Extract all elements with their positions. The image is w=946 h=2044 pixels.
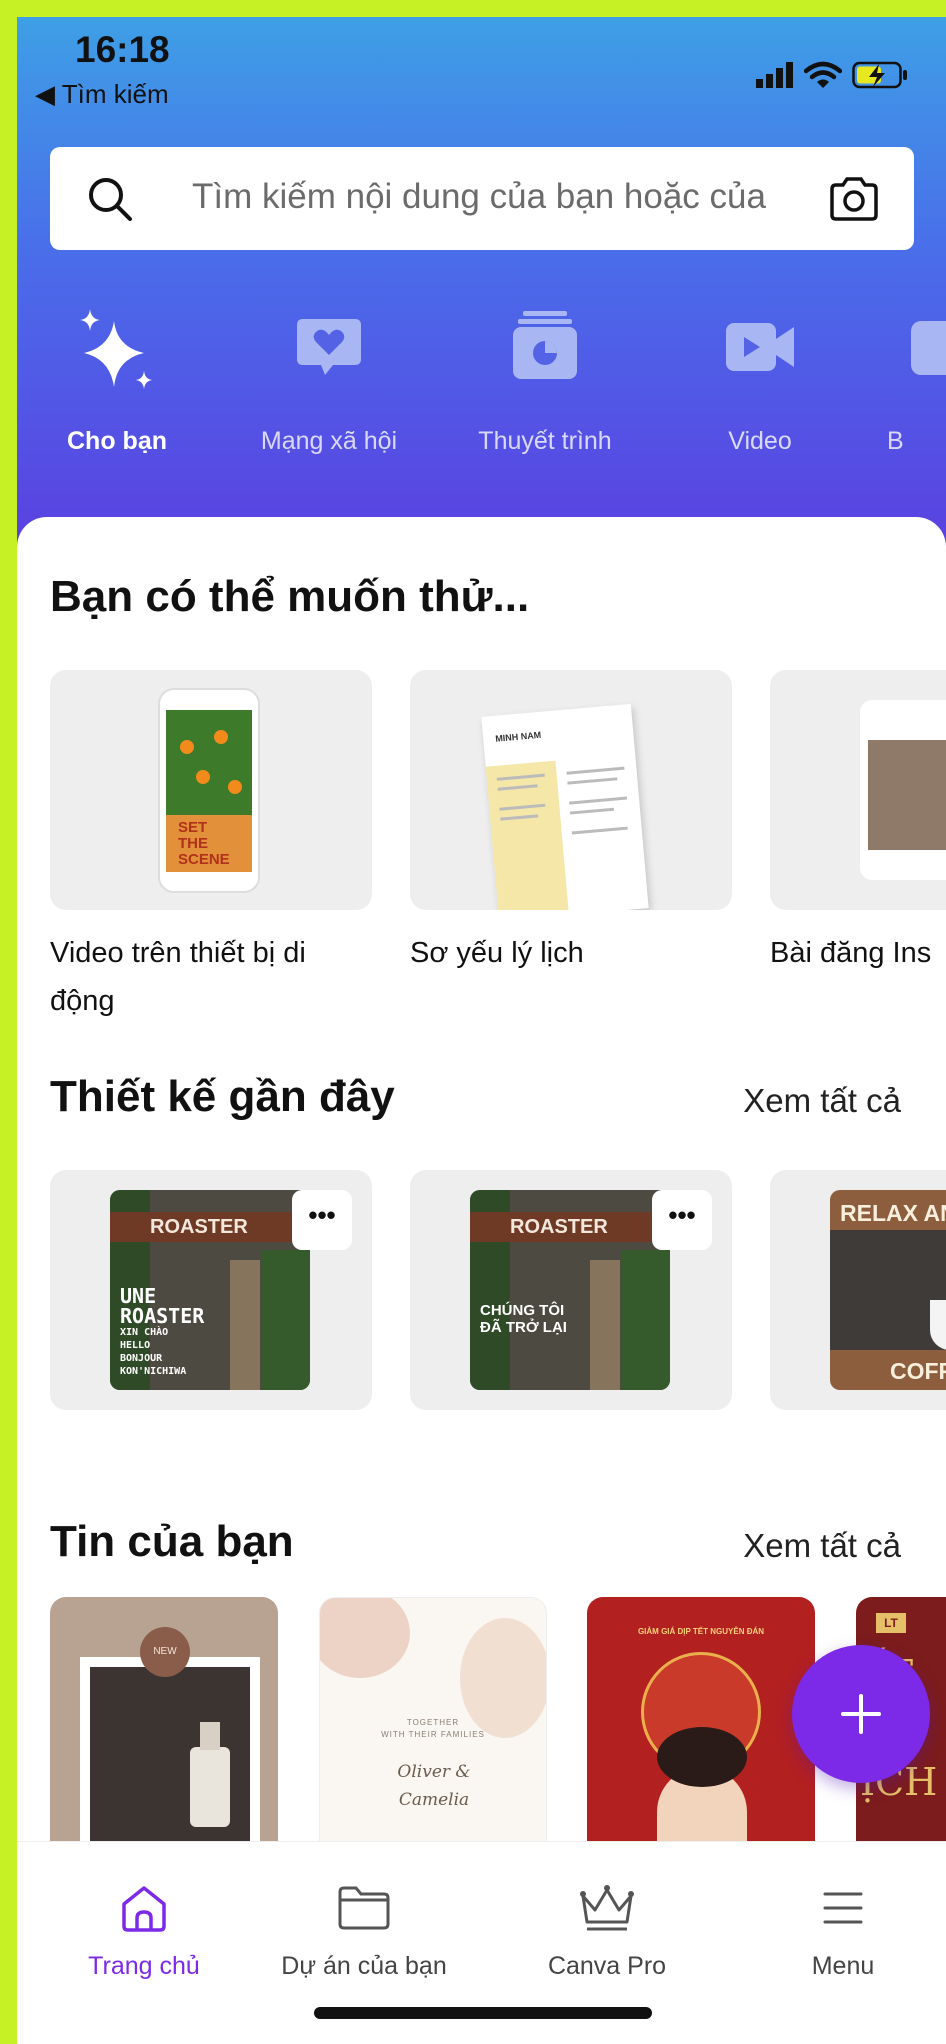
category-icon: [911, 321, 946, 375]
tab-label: Trang chủ: [88, 1952, 200, 1980]
try-card-label: Sơ yếu lý lịch: [410, 937, 584, 969]
instagram-mockup: [860, 700, 946, 880]
tab-your-projects[interactable]: Dự án của bạn: [254, 1882, 474, 1992]
stories-see-all-link[interactable]: Xem tất cả: [743, 1527, 901, 1565]
stories-section-title: Tin của bạn: [50, 1517, 294, 1566]
story-text: WITH THEIR FAMILIES: [381, 1730, 485, 1739]
recent-design-card[interactable]: RELAX AND COFFEE: [770, 1170, 946, 1410]
search-bar[interactable]: Tìm kiếm nội dung của bạn hoặc của: [50, 147, 914, 250]
try-card-resume[interactable]: MINH NAM: [410, 670, 732, 910]
story-card[interactable]: NEW: [50, 1597, 278, 1857]
story-text: TOGETHER: [406, 1718, 460, 1727]
recent-design-card[interactable]: ROASTER UNE ROASTER XIN CHÀO HELLO BONJO…: [50, 1170, 372, 1410]
design-thumbnail: RELAX AND COFFEE: [830, 1190, 946, 1390]
phone-screen: 16:18 ◀ Tìm kiếm Tìm kiếm nội dung của b…: [17, 17, 946, 2044]
story-card[interactable]: GIẢM GIÁ DỊP TẾT NGUYÊN ĐÁN: [587, 1597, 815, 1857]
design-thumbnail: ROASTER UNE ROASTER XIN CHÀO HELLO BONJO…: [110, 1190, 310, 1390]
camera-icon[interactable]: [828, 177, 880, 221]
category-social-media[interactable]: Mạng xã hội: [239, 307, 419, 467]
try-card-instagram-post[interactable]: [770, 670, 946, 910]
category-presentation[interactable]: Thuyết trình: [455, 307, 635, 467]
design-text: UNE ROASTER XIN CHÀO HELLO BONJOUR KON'N…: [120, 1284, 205, 1377]
design-text: CHÚNG TÔI ĐÃ TRỞ LẠI: [480, 1302, 567, 1336]
orange-tree-image: [166, 710, 252, 815]
recent-section-title: Thiết kế gần đây: [50, 1072, 395, 1121]
search-input[interactable]: Tìm kiếm nội dung của bạn hoặc của: [192, 177, 766, 217]
shop-sign: ROASTER: [110, 1212, 310, 1242]
category-label: Cho bạn: [67, 427, 167, 455]
heart-chat-icon: [297, 319, 361, 375]
more-options-button[interactable]: •••: [652, 1190, 712, 1250]
crown-icon: [580, 1885, 634, 1931]
try-card-label: Video trên thiết bị di động: [50, 937, 306, 1017]
phone-mockup: SET THE SCENE: [158, 688, 260, 893]
category-video[interactable]: Video: [670, 307, 850, 467]
more-options-button[interactable]: •••: [292, 1190, 352, 1250]
menu-icon: [823, 1892, 863, 1924]
battery-charging-icon: [852, 61, 907, 89]
story-logo: LT: [876, 1613, 906, 1633]
presentation-icon: [513, 311, 577, 379]
shop-sign: ROASTER: [470, 1212, 670, 1242]
tab-menu[interactable]: Menu: [733, 1882, 946, 1992]
video-camera-icon: [726, 323, 794, 371]
thumbnail-text: SET THE SCENE: [178, 819, 230, 868]
category-label: Mạng xã hội: [260, 427, 398, 455]
tab-label: Canva Pro: [547, 1952, 667, 1980]
try-card-label: Bài đăng Ins: [770, 937, 932, 969]
header: 16:18 ◀ Tìm kiếm Tìm kiếm nội dung của b…: [17, 17, 946, 557]
category-label: B: [887, 427, 904, 455]
home-indicator: [314, 2007, 652, 2019]
status-icons: [756, 57, 908, 93]
try-card-mobile-video[interactable]: SET THE SCENE: [50, 670, 372, 910]
category-label: Video: [728, 427, 792, 455]
tab-label: Menu: [811, 1952, 875, 1980]
design-text: COFFEE: [890, 1358, 946, 1384]
folder-icon: [338, 1886, 390, 1930]
design-text: RELAX AND: [840, 1200, 946, 1226]
story-card[interactable]: TOGETHER WITH THEIR FAMILIES Oliver & Ca…: [319, 1597, 547, 1857]
search-icon: [89, 178, 132, 221]
cellular-signal-icon: [756, 62, 793, 88]
try-section-title: Bạn có thể muốn thử...: [50, 572, 530, 621]
tab-label: Dự án của bạn: [281, 1952, 447, 1980]
create-design-button[interactable]: [792, 1645, 930, 1783]
status-time: 16:18: [75, 29, 170, 70]
resume-name: MINH NAM: [494, 729, 542, 744]
category-label: Thuyết trình: [478, 427, 612, 455]
category-next[interactable]: B: [887, 307, 946, 467]
back-to-search-link[interactable]: ◀ Tìm kiếm: [35, 79, 169, 110]
resume-thumbnail: MINH NAM: [481, 703, 649, 910]
tab-home[interactable]: Trang chủ: [34, 1882, 254, 1992]
category-for-you[interactable]: Cho bạn: [27, 307, 207, 467]
tab-canva-pro[interactable]: Canva Pro: [497, 1882, 717, 1992]
recent-see-all-link[interactable]: Xem tất cả: [743, 1082, 901, 1120]
wifi-icon: [804, 61, 842, 88]
recent-design-card[interactable]: ROASTER CHÚNG TÔI ĐÃ TRỞ LẠI •••: [410, 1170, 732, 1410]
design-thumbnail: ROASTER CHÚNG TÔI ĐÃ TRỞ LẠI: [470, 1190, 670, 1390]
story-text: GIẢM GIÁ DỊP TẾT NGUYÊN ĐÁN: [637, 1627, 765, 1636]
home-icon: [122, 1886, 166, 1932]
new-badge: NEW: [140, 1627, 190, 1677]
sparkle-icon: [80, 309, 152, 389]
story-names: Oliver & Camelia: [397, 1762, 471, 1810]
